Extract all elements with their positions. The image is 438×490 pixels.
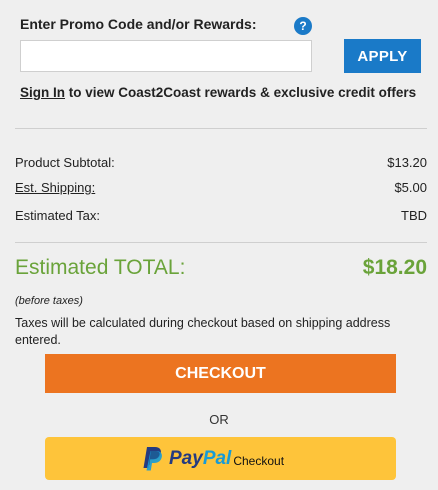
paypal-checkout-label: Checkout <box>233 454 285 468</box>
tax-label: Estimated Tax: <box>15 208 101 223</box>
tax-value: TBD <box>401 208 427 223</box>
paypal-wordmark-pal: Pal <box>202 448 232 469</box>
sign-in-link[interactable]: Sign In <box>20 85 65 100</box>
help-icon[interactable]: ? <box>294 17 312 35</box>
signin-rest-text: to view Coast2Coast rewards & exclusive … <box>65 85 417 100</box>
divider <box>15 128 427 129</box>
paypal-button-content: Pay Pal Checkout <box>141 445 284 473</box>
total-label: Estimated TOTAL: <box>15 256 186 279</box>
signin-line: Sign In to view Coast2Coast rewards & ex… <box>20 85 416 100</box>
subtotal-value: $13.20 <box>387 155 427 170</box>
checkout-button[interactable]: CHECKOUT <box>45 354 396 393</box>
shipping-value: $5.00 <box>394 180 427 195</box>
total-value: $18.20 <box>362 256 427 279</box>
promo-code-input[interactable] <box>20 40 312 72</box>
shipping-label[interactable]: Est. Shipping: <box>15 180 95 195</box>
paypal-logo-icon <box>143 447 162 471</box>
subtotal-label: Product Subtotal: <box>15 155 115 170</box>
before-taxes-note: (before taxes) <box>15 295 83 307</box>
or-separator: OR <box>209 412 229 427</box>
paypal-checkout-button[interactable]: Pay Pal Checkout <box>45 437 396 480</box>
apply-button[interactable]: APPLY <box>344 39 421 73</box>
paypal-wordmark-pay: Pay <box>169 448 203 469</box>
promo-label: Enter Promo Code and/or Rewards: <box>20 16 257 32</box>
tax-calculation-note: Taxes will be calculated during checkout… <box>15 316 391 347</box>
divider <box>15 242 427 243</box>
